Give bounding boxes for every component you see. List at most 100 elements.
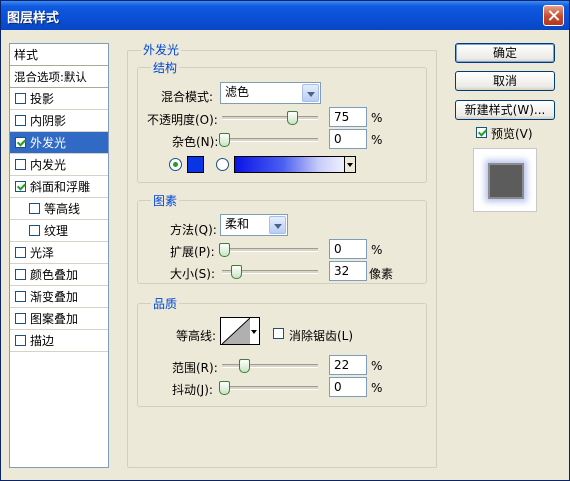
opacity-slider-thumb[interactable] [286,111,298,125]
title-bar[interactable]: 图层样式 [1,1,569,30]
chevron-down-icon [302,84,319,102]
elements-title: 图素 [151,192,180,209]
style-list-item[interactable]: 光泽 [10,242,108,264]
glow-color-swatch[interactable] [187,156,204,173]
style-checkbox[interactable] [15,269,26,280]
style-list-item[interactable]: 纹理 [10,220,108,242]
style-list-item[interactable]: 图案叠加 [10,308,108,330]
range-slider-thumb[interactable] [238,359,250,373]
method-value: 柔和 [225,217,250,231]
method-label: 方法(Q): [170,223,217,237]
noise-slider-track[interactable] [222,138,318,142]
size-field[interactable]: 32 [329,261,367,281]
preview-label: 预览(V) [491,127,533,141]
style-checkbox[interactable] [15,291,26,302]
preview-checkbox[interactable] [476,127,487,138]
style-checkbox[interactable] [15,181,26,192]
range-label: 范围(R): [172,361,218,375]
style-checkbox[interactable] [29,203,40,214]
outer-glow-title: 外发光 [141,41,182,58]
style-list-item[interactable]: 内阴影 [10,110,108,132]
contour-picker[interactable] [220,317,260,345]
noise-field[interactable]: 0 [329,129,367,149]
range-slider-track[interactable] [222,364,318,368]
cancel-button[interactable]: 取消 [455,71,555,91]
jitter-label: 抖动(J): [172,383,213,397]
jitter-field[interactable]: 0 [329,377,367,397]
style-checkbox[interactable] [15,115,26,126]
style-list-item-label: 纹理 [44,224,69,238]
style-list-item[interactable]: 渐变叠加 [10,286,108,308]
style-list-item-label: 斜面和浮雕 [30,180,91,194]
style-list-item-label: 内阴影 [30,114,67,128]
jitter-slider-thumb[interactable] [219,381,230,395]
style-list-item-label: 图案叠加 [30,312,79,326]
chevron-down-icon [347,163,353,167]
style-list-item-label: 颜色叠加 [30,268,79,282]
opacity-percent: % [371,111,383,125]
method-select[interactable]: 柔和 [220,214,288,236]
jitter-percent: % [371,381,383,395]
blend-mode-label: 混合模式: [161,90,214,104]
style-checkbox[interactable] [15,137,26,148]
jitter-slider-track[interactable] [222,386,318,390]
structure-title: 结构 [151,59,180,76]
style-checkbox[interactable] [15,313,26,324]
style-list-item-label: 投影 [30,92,55,106]
antialias-checkbox[interactable] [273,328,284,339]
size-slider-thumb[interactable] [230,265,242,279]
style-list-item-label: 等高线 [44,202,81,216]
contour-label: 等高线: [176,329,217,343]
noise-slider-thumb[interactable] [219,133,230,147]
spread-slider-thumb[interactable] [219,243,230,257]
noise-label: 杂色(N): [172,135,219,149]
gradient-radio[interactable] [216,158,229,171]
style-list-item[interactable]: 斜面和浮雕 [10,176,108,198]
style-list-item-label: 描边 [30,334,55,348]
style-checkbox[interactable] [15,335,26,346]
style-list-item[interactable]: 外发光 [10,132,108,154]
opacity-slider-track[interactable] [222,116,318,120]
preview-thumbnail [488,163,524,199]
style-checkbox[interactable] [15,247,26,258]
style-list: 样式 混合选项:默认 投影内阴影外发光内发光斜面和浮雕等高线纹理光泽颜色叠加渐变… [9,43,109,468]
opacity-label: 不透明度(O): [147,113,218,127]
style-list-item[interactable]: 投影 [10,88,108,110]
new-style-button[interactable]: 新建样式(W)... [455,100,555,120]
spread-percent: % [371,243,383,257]
style-list-header[interactable]: 样式 [10,44,108,66]
glow-gradient-picker[interactable] [234,156,356,173]
quality-title: 品质 [151,295,180,312]
antialias-label: 消除锯齿(L) [289,329,354,343]
blend-mode-value: 滤色 [225,85,250,99]
close-icon[interactable] [543,5,564,26]
spread-slider-track[interactable] [222,248,318,252]
ok-button[interactable]: 确定 [455,43,555,63]
opacity-field[interactable]: 75 [329,107,367,127]
style-list-item-label: 渐变叠加 [30,290,79,304]
spread-label: 扩展(P): [170,245,215,259]
blend-mode-select[interactable]: 滤色 [220,82,321,104]
chevron-down-icon [251,330,257,334]
size-label: 大小(S): [170,267,216,281]
size-unit: 像素 [369,267,394,281]
style-list-item-label: 外发光 [30,136,67,150]
style-list-item[interactable]: 描边 [10,330,108,352]
style-checkbox[interactable] [15,93,26,104]
blend-options-item[interactable]: 混合选项:默认 [10,66,108,88]
style-list-item-label: 内发光 [30,158,67,172]
style-list-item[interactable]: 等高线 [10,198,108,220]
range-percent: % [371,359,383,373]
contour-curve-icon [222,318,250,344]
chevron-down-icon [269,216,286,234]
layer-style-dialog: 图层样式 样式 混合选项:默认 投影 内阴影 外发光 内发光 斜面和浮雕 等高线 纹理 光泽颜… [0,0,570,481]
spread-field[interactable]: 0 [329,239,367,259]
range-field[interactable]: 22 [329,355,367,375]
noise-percent: % [371,133,383,147]
style-list-item[interactable]: 颜色叠加 [10,264,108,286]
solid-color-radio[interactable] [169,158,182,171]
style-list-item[interactable]: 内发光 [10,154,108,176]
style-checkbox[interactable] [29,225,40,236]
style-list-item-label: 光泽 [30,246,55,260]
style-checkbox[interactable] [15,159,26,170]
